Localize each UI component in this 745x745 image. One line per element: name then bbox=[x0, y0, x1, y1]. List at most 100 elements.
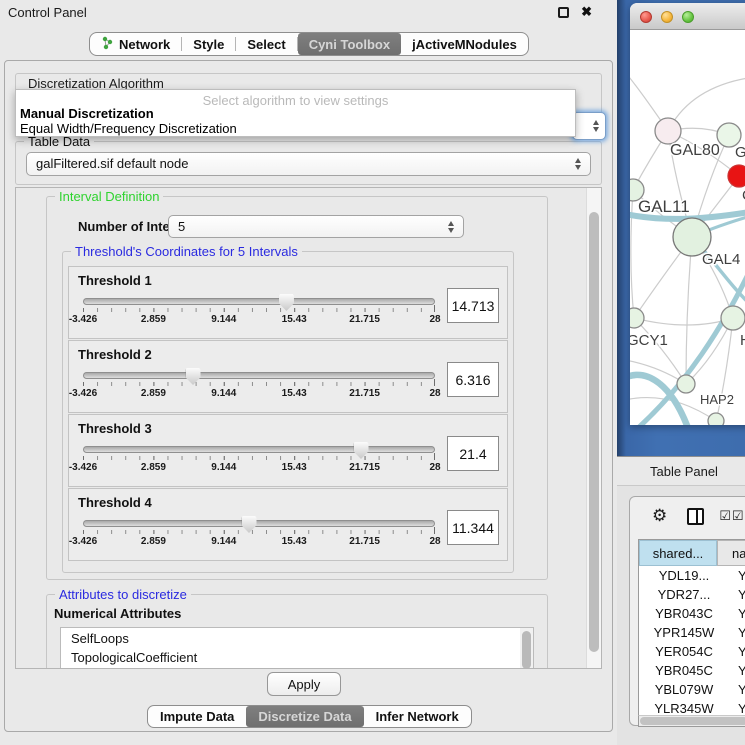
dropdown-option-manual[interactable]: Manual Discretization bbox=[16, 106, 575, 121]
tab-select[interactable]: Select bbox=[236, 33, 296, 55]
column-header-name[interactable]: na bbox=[717, 540, 745, 566]
slider-track[interactable] bbox=[83, 446, 435, 453]
tick-label: 15.43 bbox=[282, 462, 307, 473]
attributes-to-discretize-group: Attributes to discretize Numerical Attri… bbox=[46, 594, 548, 669]
bottom-tabbar: Impute Data Discretize Data Infer Networ… bbox=[147, 705, 472, 728]
tab-cyni-toolbox[interactable]: Cyni Toolbox bbox=[298, 33, 401, 55]
table-row[interactable]: YLR345WYLR3 bbox=[639, 699, 745, 715]
node-label: GAL11 bbox=[638, 197, 690, 216]
tab-label: Cyni Toolbox bbox=[309, 37, 390, 52]
table-horizontal-scrollbar[interactable] bbox=[638, 715, 745, 727]
threshold-value-field[interactable]: 14.713 bbox=[447, 288, 499, 323]
apply-button[interactable]: Apply bbox=[267, 672, 341, 696]
node-gcy1[interactable] bbox=[630, 308, 644, 328]
table-toolbar: ⚙ ☑☑ bbox=[630, 497, 745, 535]
float-window-icon[interactable] bbox=[558, 7, 569, 18]
dropdown-option-equal-width[interactable]: Equal Width/Frequency Discretization bbox=[16, 121, 575, 136]
cell: YLR3 bbox=[729, 701, 745, 715]
threshold-value-field[interactable]: 11.344 bbox=[447, 510, 499, 545]
threshold-value-field[interactable]: 21.4 bbox=[447, 436, 499, 471]
cell: YBL079W bbox=[639, 682, 729, 697]
node[interactable] bbox=[708, 413, 724, 425]
tick-label: 2.859 bbox=[141, 388, 166, 399]
node-label: GCY1 bbox=[630, 332, 668, 349]
column-header-shared-name[interactable]: shared... bbox=[639, 540, 717, 566]
numerical-attributes-label: Numerical Attributes bbox=[54, 606, 181, 621]
close-traffic-light-icon[interactable] bbox=[640, 11, 652, 23]
list-item[interactable]: TopologicalCoefficient bbox=[61, 647, 533, 666]
control-panel-titlebar: Control Panel ✖ bbox=[0, 0, 617, 24]
node-label: G. bbox=[735, 144, 745, 161]
threshold-slider-1[interactable]: -3.426 2.859 9.144 15.43 21.715 28 bbox=[83, 298, 435, 326]
tab-network[interactable]: Network bbox=[90, 33, 181, 55]
threshold-slider-2[interactable]: -3.426 2.859 9.144 15.43 21.715 28 bbox=[83, 372, 435, 400]
threshold-value-field[interactable]: 6.316 bbox=[447, 362, 499, 397]
slider-ticks bbox=[83, 530, 435, 534]
cell: YDL1 bbox=[729, 568, 745, 583]
tab-discretize-data[interactable]: Discretize Data bbox=[246, 706, 363, 727]
threshold-slider-3[interactable]: -3.426 2.859 9.144 15.43 21.715 28 bbox=[83, 446, 435, 474]
combobox-value: 5 bbox=[178, 219, 185, 234]
table-row[interactable]: YBL079WYBL0 bbox=[639, 680, 745, 699]
table-data-combobox[interactable]: galFiltered.sif default node bbox=[26, 152, 591, 176]
tick-label: 2.859 bbox=[141, 314, 166, 325]
tab-style[interactable]: Style bbox=[182, 33, 235, 55]
tab-label: Select bbox=[247, 37, 285, 52]
table-header-row: shared... na bbox=[639, 540, 745, 566]
list-scrollbar[interactable] bbox=[520, 628, 533, 669]
table-data-group: Table Data galFiltered.sif default node bbox=[15, 141, 602, 185]
scrollbar-thumb[interactable] bbox=[522, 631, 531, 669]
table-panel-title: Table Panel bbox=[650, 464, 718, 479]
cell: YBR043C bbox=[639, 606, 729, 621]
split-columns-icon[interactable] bbox=[687, 508, 704, 525]
table-row[interactable]: YPR145WYPR1 bbox=[639, 623, 745, 642]
network-canvas[interactable]: GAL80 G. GAL11 C GAL4 GCY1 H HAP2 bbox=[630, 30, 745, 425]
slider-track[interactable] bbox=[83, 372, 435, 379]
tab-label: Network bbox=[119, 37, 170, 52]
slider-track[interactable] bbox=[83, 520, 435, 527]
node-selected-red[interactable] bbox=[728, 165, 745, 187]
network-view-window: GAL80 G. GAL11 C GAL4 GCY1 H HAP2 bbox=[630, 3, 745, 425]
thresholds-group: Threshold's Coordinates for 5 Intervals … bbox=[62, 251, 514, 573]
cell: YDL19... bbox=[639, 568, 729, 583]
threshold-slider-4[interactable]: -3.426 2.859 9.144 15.43 21.715 28 bbox=[83, 520, 435, 548]
num-intervals-combobox[interactable]: 5 bbox=[168, 215, 464, 238]
table-row[interactable]: YER054CYER0 bbox=[639, 642, 745, 661]
tick-label: 9.144 bbox=[211, 388, 236, 399]
table-row[interactable]: YBR045CYBR0 bbox=[639, 661, 745, 680]
algorithm-combobox[interactable] bbox=[572, 112, 606, 140]
tab-jactivemnodules[interactable]: jActiveMNodules bbox=[401, 33, 528, 55]
network-window-titlebar bbox=[630, 3, 745, 30]
network-node-labels: GAL80 G. GAL11 C GAL4 GCY1 H HAP2 bbox=[630, 142, 745, 407]
list-item[interactable]: BetweennessCentrality bbox=[61, 666, 533, 669]
node-hap2[interactable] bbox=[677, 375, 695, 393]
cell: YPR145W bbox=[639, 625, 729, 640]
tick-label: -3.426 bbox=[69, 462, 97, 473]
zoom-traffic-light-icon[interactable] bbox=[682, 11, 694, 23]
panel-scrollbar[interactable] bbox=[586, 188, 601, 668]
tick-label: 15.43 bbox=[282, 314, 307, 325]
tick-label: 9.144 bbox=[211, 462, 236, 473]
scrollbar-thumb[interactable] bbox=[589, 212, 599, 652]
slider-tick-labels: -3.426 2.859 9.144 15.43 21.715 28 bbox=[83, 388, 435, 400]
minimize-traffic-light-icon[interactable] bbox=[661, 11, 673, 23]
group-title: Attributes to discretize bbox=[55, 587, 191, 602]
table-row[interactable]: YDR27...YDR2 bbox=[639, 585, 745, 604]
tick-label: -3.426 bbox=[69, 388, 97, 399]
tab-infer-network[interactable]: Infer Network bbox=[364, 706, 471, 727]
slider-ticks bbox=[83, 382, 435, 386]
scrollbar-thumb[interactable] bbox=[640, 717, 745, 725]
tab-impute-data[interactable]: Impute Data bbox=[148, 706, 246, 727]
list-item[interactable]: SelfLoops bbox=[61, 628, 533, 647]
gear-icon[interactable]: ⚙ bbox=[652, 508, 667, 525]
tick-label: 9.144 bbox=[211, 536, 236, 547]
node[interactable] bbox=[721, 306, 745, 330]
table-row[interactable]: YBR043CYBR0 bbox=[639, 604, 745, 623]
node-gal80[interactable] bbox=[655, 118, 681, 144]
select-columns-checkboxes-icon[interactable]: ☑☑ bbox=[719, 509, 744, 524]
close-icon[interactable]: ✖ bbox=[581, 4, 592, 20]
slider-track[interactable] bbox=[83, 298, 435, 305]
table-row[interactable]: YDL19...YDL1 bbox=[639, 566, 745, 585]
numerical-attributes-list: SelfLoops TopologicalCoefficient Between… bbox=[60, 627, 534, 669]
table-panel-body: ⚙ ☑☑ shared... na YDL19...YDL1 YDR27...Y… bbox=[629, 496, 745, 726]
